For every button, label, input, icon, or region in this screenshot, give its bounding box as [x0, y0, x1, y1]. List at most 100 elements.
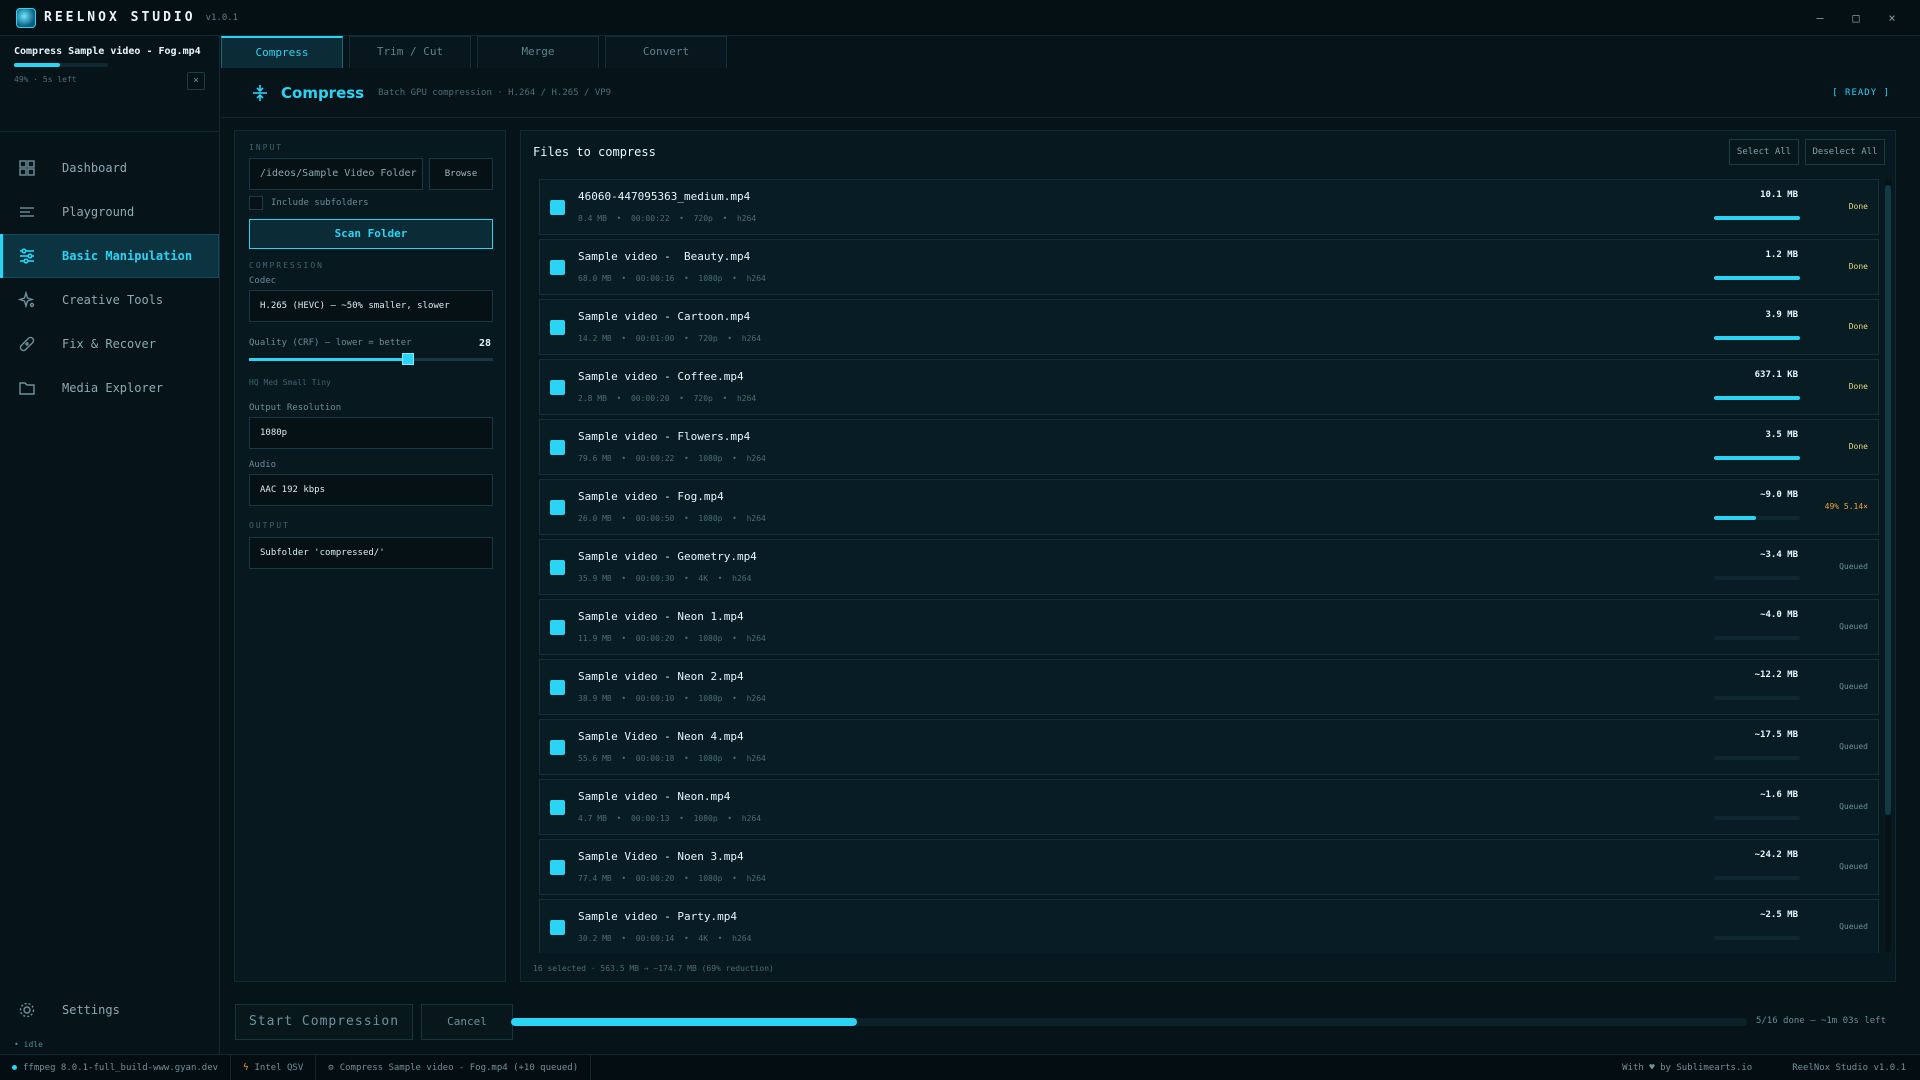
- file-checkbox[interactable]: [550, 920, 565, 935]
- file-checkbox[interactable]: [550, 620, 565, 635]
- file-checkbox[interactable]: [550, 200, 565, 215]
- sidebar-item-creative-tools[interactable]: Creative Tools: [0, 278, 219, 322]
- browse-button[interactable]: Browse: [429, 158, 493, 190]
- playground-icon: [18, 203, 36, 221]
- sidebar-item-dashboard[interactable]: Dashboard: [0, 146, 219, 190]
- sidebar-item-fix-recover[interactable]: Fix & Recover: [0, 322, 219, 366]
- file-checkbox[interactable]: [550, 260, 565, 275]
- file-meta: 8.4 MB • 00:00:22 • 720p • h264: [578, 214, 757, 223]
- file-row[interactable]: Sample video - Neon 1.mp4 11.9 MB • 00:00…: [539, 599, 1879, 655]
- sidebar-item-media-explorer[interactable]: Media Explorer: [0, 366, 219, 410]
- title-bar: REELNOX STUDIO v1.0.1 – □ ×: [0, 0, 1920, 36]
- quality-value: 28: [478, 338, 491, 349]
- dashboard-icon: [18, 159, 36, 177]
- file-meta: 2.8 MB • 00:00:20 • 720p • h264: [578, 394, 757, 403]
- scan-folder-button[interactable]: Scan Folder: [249, 219, 493, 249]
- compression-section-label: COMPRESSION: [249, 261, 324, 270]
- file-row[interactable]: Sample video - Geometry.mp4 35.9 MB • 00:…: [539, 539, 1879, 595]
- active-job-card: Compress Sample video - Fog.mp4 49% · 5s…: [0, 36, 219, 132]
- file-row[interactable]: Sample Video - Noen 3.mp4 77.4 MB • 00:00…: [539, 839, 1879, 895]
- file-checkbox[interactable]: [550, 680, 565, 695]
- sidebar-item-playground[interactable]: Playground: [0, 190, 219, 234]
- app-version: v1.0.1: [205, 12, 239, 23]
- cancel-button[interactable]: Cancel: [421, 1004, 513, 1040]
- file-row[interactable]: Sample video - Cartoon.mp4 14.2 MB • 00:0…: [539, 299, 1879, 355]
- file-output-size: 10.1 MB: [1760, 190, 1798, 200]
- select-all-button[interactable]: Select All: [1729, 139, 1799, 165]
- file-checkbox[interactable]: [550, 440, 565, 455]
- file-checkbox[interactable]: [550, 800, 565, 815]
- audio-select[interactable]: AAC 192 kbps: [249, 474, 493, 506]
- file-progress-bar: [1714, 696, 1800, 700]
- folder-icon: [18, 379, 36, 397]
- file-row[interactable]: Sample video - Neon 2.mp4 38.9 MB • 00:00…: [539, 659, 1879, 715]
- file-row[interactable]: Sample Video - Neon 4.mp4 55.6 MB • 00:00…: [539, 719, 1879, 775]
- file-checkbox[interactable]: [550, 500, 565, 515]
- file-checkbox[interactable]: [550, 860, 565, 875]
- quality-slider[interactable]: [249, 353, 493, 365]
- file-row[interactable]: Sample video - Neon.mp4 4.7 MB • 00:00:13…: [539, 779, 1879, 835]
- job-title: Compress Sample video - Fog.mp4: [14, 46, 201, 57]
- files-title: Files to compress: [533, 145, 656, 159]
- bolt-icon: ϟ: [243, 1062, 249, 1073]
- maximize-button[interactable]: □: [1838, 11, 1874, 25]
- codec-label: Codec: [249, 276, 277, 286]
- file-name: Sample video - Cartoon.mp4: [578, 310, 751, 323]
- file-progress-bar: [1714, 576, 1800, 580]
- sidebar-item-label: Creative Tools: [62, 293, 164, 307]
- file-name: Sample Video - Neon 4.mp4: [578, 730, 744, 743]
- file-row[interactable]: Sample video - Beauty.mp4 68.0 MB • 00:00…: [539, 239, 1879, 295]
- tab-convert[interactable]: Convert: [605, 36, 727, 68]
- file-status: Queued: [1839, 922, 1868, 931]
- file-status: Done: [1848, 262, 1868, 271]
- include-subfolders-checkbox[interactable]: [249, 196, 263, 210]
- audio-label: Audio: [249, 460, 277, 470]
- file-checkbox[interactable]: [550, 320, 565, 335]
- job-close-button[interactable]: ×: [187, 72, 205, 90]
- file-checkbox[interactable]: [550, 740, 565, 755]
- file-status: Queued: [1839, 742, 1868, 751]
- file-progress-bar: [1714, 336, 1800, 340]
- file-checkbox[interactable]: [550, 380, 565, 395]
- resolution-select[interactable]: 1080p: [249, 417, 493, 449]
- file-progress-bar: [1714, 276, 1800, 280]
- sidebar-item-label: Basic Manipulation: [62, 249, 193, 263]
- idle-status: • idle: [14, 1040, 43, 1049]
- bandage-icon: [18, 335, 36, 353]
- file-row[interactable]: Sample video - Coffee.mp4 2.8 MB • 00:00:…: [539, 359, 1879, 415]
- files-scrollbar[interactable]: [1885, 179, 1891, 953]
- output-select[interactable]: Subfolder 'compressed/': [249, 537, 493, 569]
- app-logo-icon: [16, 7, 36, 28]
- deselect-all-button[interactable]: Deselect All: [1805, 139, 1885, 165]
- tab-merge[interactable]: Merge: [477, 36, 599, 68]
- input-folder-field[interactable]: /ideos/Sample Video Folder: [249, 158, 423, 190]
- credit-text: With ♥ by Sublimearts.io: [1622, 1062, 1753, 1073]
- file-progress-bar: [1714, 396, 1800, 400]
- codec-select[interactable]: H.265 (HEVC) — ~50% smaller, slower: [249, 290, 493, 322]
- file-row[interactable]: Sample video - Party.mp4 30.2 MB • 00:00:…: [539, 899, 1879, 953]
- file-output-size: 3.5 MB: [1765, 430, 1798, 440]
- file-meta: 14.2 MB • 00:01:00 • 720p • h264: [578, 334, 762, 343]
- sidebar-item-basic-manipulation[interactable]: Basic Manipulation: [0, 234, 219, 278]
- file-name: Sample video - Neon 2.mp4: [578, 670, 744, 683]
- tab-trim-cut[interactable]: Trim / Cut: [349, 36, 471, 68]
- gpu-label: Intel QSV: [254, 1062, 304, 1073]
- file-meta: 79.6 MB • 00:00:22 • 1080p • h264: [578, 454, 766, 463]
- start-compression-button[interactable]: Start Compression: [235, 1004, 413, 1040]
- minimize-button[interactable]: –: [1802, 11, 1838, 25]
- file-output-size: ~24.2 MB: [1754, 850, 1798, 860]
- app-name: REELNOX STUDIO: [44, 10, 196, 25]
- sidebar-item-settings[interactable]: Settings: [0, 990, 220, 1030]
- file-row[interactable]: Sample video - Fog.mp4 26.0 MB • 00:00:50…: [539, 479, 1879, 535]
- file-checkbox[interactable]: [550, 560, 565, 575]
- close-window-button[interactable]: ×: [1874, 11, 1910, 25]
- file-progress-bar: [1714, 876, 1800, 880]
- file-name: Sample video - Party.mp4: [578, 910, 737, 923]
- file-row[interactable]: Sample video - Flowers.mp4 79.6 MB • 00:0…: [539, 419, 1879, 475]
- file-name: 46060-447095363_medium.mp4: [578, 190, 751, 203]
- quality-slider-thumb[interactable]: [401, 353, 414, 365]
- file-progress-bar: [1714, 636, 1800, 640]
- tab-compress[interactable]: Compress: [221, 36, 343, 68]
- file-row[interactable]: 46060-447095363_medium.mp4 8.4 MB • 00:00…: [539, 179, 1879, 235]
- tab-bar: Compress Trim / Cut Merge Convert: [221, 36, 733, 68]
